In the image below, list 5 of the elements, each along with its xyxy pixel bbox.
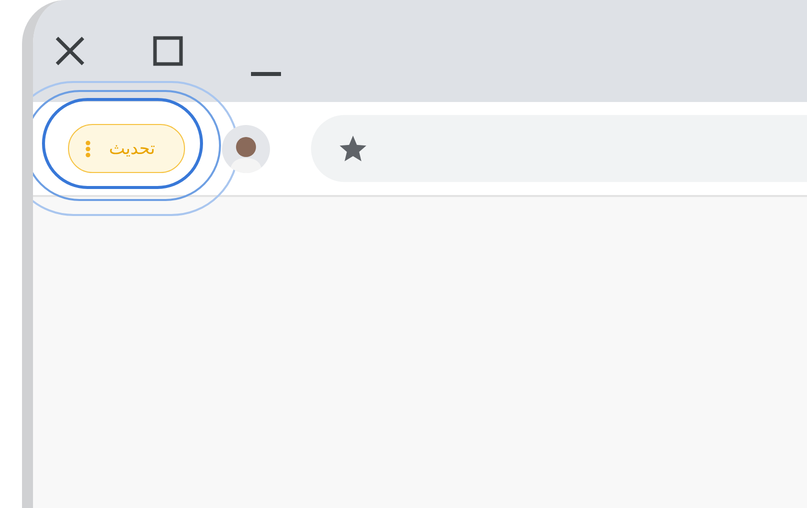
maximize-icon[interactable] <box>153 36 183 66</box>
more-icon <box>85 140 91 158</box>
profile-avatar[interactable] <box>222 124 270 172</box>
update-button[interactable]: تحديث <box>68 124 185 173</box>
close-icon[interactable] <box>55 36 85 66</box>
